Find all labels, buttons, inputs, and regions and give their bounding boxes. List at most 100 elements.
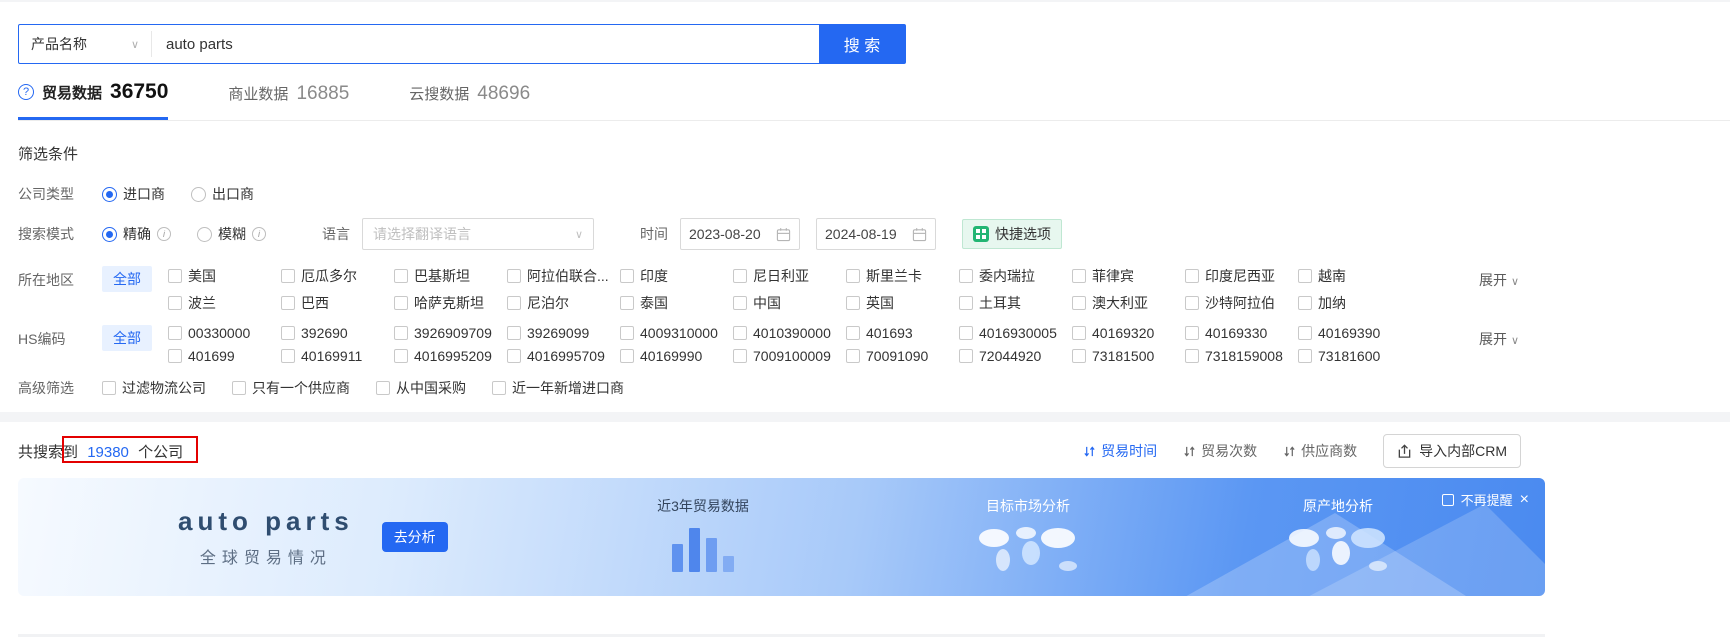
tab-trade-data[interactable]: ? 贸易数据 36750 xyxy=(18,80,169,120)
hscode-checkbox[interactable]: 40169911 xyxy=(281,348,394,364)
region-checkbox[interactable]: 菲律宾 xyxy=(1072,266,1185,286)
banner-map2-title: 原产地分析 xyxy=(1303,498,1373,514)
hscode-checkbox[interactable]: 392690 xyxy=(281,325,394,341)
region-checkbox[interactable]: 印度尼西亚 xyxy=(1185,266,1298,286)
checkbox-label: 中国 xyxy=(753,295,781,311)
region-checkbox[interactable]: 波兰 xyxy=(168,293,281,313)
radio-fuzzy-mode[interactable]: 模糊 xyxy=(197,224,246,244)
tab-label: 商业数据 xyxy=(228,86,289,103)
banner-card-trade-chart: 近3年贸易数据 xyxy=(618,496,788,572)
radio-label: 模糊 xyxy=(218,226,246,242)
hscode-checkbox[interactable]: 401693 xyxy=(846,325,959,341)
checkbox-label: 4016995209 xyxy=(414,348,492,364)
sort-trade-time[interactable]: 贸易时间 xyxy=(1083,441,1157,461)
hscode-checkbox[interactable]: 3926909709 xyxy=(394,325,507,341)
language-select[interactable]: 请选择翻译语言 ∨ xyxy=(362,218,594,250)
region-checkbox[interactable]: 越南 xyxy=(1298,266,1411,286)
region-checkbox[interactable]: 斯里兰卡 xyxy=(846,266,959,286)
start-date-input[interactable]: 2023-08-20 xyxy=(680,218,800,250)
end-date-input[interactable]: 2024-08-19 xyxy=(816,218,936,250)
checkbox-icon xyxy=(1072,349,1086,363)
sort-supplier-count[interactable]: 供应商数 xyxy=(1283,441,1357,461)
advanced-checkbox[interactable]: 过滤物流公司 xyxy=(102,378,206,398)
advanced-checkbox[interactable]: 从中国采购 xyxy=(376,378,466,398)
hscode-checkbox[interactable]: 00330000 xyxy=(168,325,281,341)
checkbox-icon xyxy=(959,269,973,283)
hscode-all-badge[interactable]: 全部 xyxy=(102,325,152,351)
hscode-checkbox[interactable]: 7009100009 xyxy=(733,348,846,364)
data-source-tabs: ? 贸易数据 36750 商业数据 16885 云搜数据 48696 xyxy=(18,80,1730,121)
checkbox-icon xyxy=(168,269,182,283)
region-checkbox[interactable]: 尼泊尔 xyxy=(507,293,620,313)
region-checkbox[interactable]: 加纳 xyxy=(1298,293,1411,313)
hscode-checkbox[interactable]: 4016995209 xyxy=(394,348,507,364)
region-checkbox[interactable]: 美国 xyxy=(168,266,281,286)
region-checkbox[interactable]: 澳大利亚 xyxy=(1072,293,1185,313)
checkbox-icon xyxy=(281,326,295,340)
radio-importer[interactable]: 进口商 xyxy=(102,184,165,204)
region-checkbox[interactable]: 哈萨克斯坦 xyxy=(394,293,507,313)
advanced-checkbox[interactable]: 近一年新增进口商 xyxy=(492,378,624,398)
region-checkbox[interactable]: 英国 xyxy=(846,293,959,313)
region-checkbox[interactable]: 土耳其 xyxy=(959,293,1072,313)
dismiss-checkbox-icon[interactable] xyxy=(1441,493,1454,506)
sort-label: 供应商数 xyxy=(1301,443,1358,459)
section-divider-band xyxy=(0,412,1730,422)
region-checkbox[interactable]: 委内瑞拉 xyxy=(959,266,1072,286)
hscode-checkbox[interactable]: 72044920 xyxy=(959,348,1072,364)
checkbox-icon xyxy=(168,296,182,310)
hscode-checkbox[interactable]: 70091090 xyxy=(846,348,959,364)
region-checkbox[interactable]: 巴西 xyxy=(281,293,394,313)
hscode-checkbox[interactable]: 40169330 xyxy=(1185,325,1298,341)
hscode-checkbox[interactable]: 4009310000 xyxy=(620,325,733,341)
tab-business-data[interactable]: 商业数据 16885 xyxy=(228,80,349,120)
analyze-button[interactable]: 去分析 xyxy=(381,522,448,552)
radio-exporter[interactable]: 出口商 xyxy=(191,184,254,204)
region-checkbox[interactable]: 沙特阿拉伯 xyxy=(1185,293,1298,313)
hscode-checkbox[interactable]: 4010390000 xyxy=(733,325,846,341)
hscode-checkbox[interactable]: 40169390 xyxy=(1298,325,1411,341)
search-category-dropdown[interactable]: 产品名称 ∨ xyxy=(19,25,151,63)
hscode-checkbox[interactable]: 40169990 xyxy=(620,348,733,364)
checkbox-label: 菲律宾 xyxy=(1092,268,1134,284)
filter-panel: 筛选条件 公司类型 进口商 出口商 搜索模式 精确 i 模糊 i 语言 请选择翻… xyxy=(0,143,1545,398)
hscode-checkbox[interactable]: 73181600 xyxy=(1298,348,1411,364)
close-icon[interactable]: × xyxy=(1520,491,1529,508)
hscode-checkbox[interactable]: 73181500 xyxy=(1072,348,1185,364)
checkbox-icon xyxy=(1298,349,1312,363)
checkbox-label: 40169990 xyxy=(640,348,703,364)
checkbox-label: 巴西 xyxy=(301,295,329,311)
region-checkbox[interactable]: 巴基斯坦 xyxy=(394,266,507,286)
dismiss-control: 不再提醒 × xyxy=(1441,490,1529,509)
hscode-checkbox[interactable]: 401699 xyxy=(168,348,281,364)
import-crm-button[interactable]: 导入内部CRM xyxy=(1383,434,1521,468)
info-icon[interactable]: i xyxy=(252,227,266,241)
hscode-checkbox[interactable]: 39269099 xyxy=(507,325,620,341)
region-expand-link[interactable]: 展开 ∨ xyxy=(1479,266,1519,290)
region-checkbox[interactable]: 阿拉伯联合... xyxy=(507,266,620,286)
hscode-checkbox[interactable]: 4016995709 xyxy=(507,348,620,364)
info-icon[interactable]: i xyxy=(157,227,171,241)
advanced-checkbox[interactable]: 只有一个供应商 xyxy=(232,378,350,398)
checkbox-label: 70091090 xyxy=(866,348,929,364)
hscode-expand-link[interactable]: 展开 ∨ xyxy=(1479,325,1519,349)
region-all-badge[interactable]: 全部 xyxy=(102,266,152,292)
region-checkbox[interactable]: 中国 xyxy=(733,293,846,313)
search-button[interactable]: 搜 索 xyxy=(819,25,905,63)
radio-exact-mode[interactable]: 精确 xyxy=(102,224,151,244)
region-checkbox[interactable]: 印度 xyxy=(620,266,733,286)
hscode-checkbox[interactable]: 4016930005 xyxy=(959,325,1072,341)
tab-cloud-search-data[interactable]: 云搜数据 48696 xyxy=(409,80,530,120)
checkbox-icon xyxy=(232,381,246,395)
region-checkbox[interactable]: 泰国 xyxy=(620,293,733,313)
region-checkbox[interactable]: 厄瓜多尔 xyxy=(281,266,394,286)
search-input[interactable] xyxy=(152,25,819,63)
banner-chart-title: 近3年贸易数据 xyxy=(657,498,749,514)
region-checkbox[interactable]: 尼日利亚 xyxy=(733,266,846,286)
hscode-checkbox[interactable]: 7318159008 xyxy=(1185,348,1298,364)
sort-trade-count[interactable]: 贸易次数 xyxy=(1183,441,1257,461)
hscode-checkbox[interactable]: 40169320 xyxy=(1072,325,1185,341)
quick-options-button[interactable]: 快捷选项 xyxy=(962,219,1062,249)
filter-row-search-mode: 搜索模式 精确 i 模糊 i 语言 请选择翻译语言 ∨ 时间 2023-08-2… xyxy=(18,218,1545,250)
filter-row-hscode: HS编码 全部 00330000 392690 3926909709 39269… xyxy=(18,325,1545,364)
